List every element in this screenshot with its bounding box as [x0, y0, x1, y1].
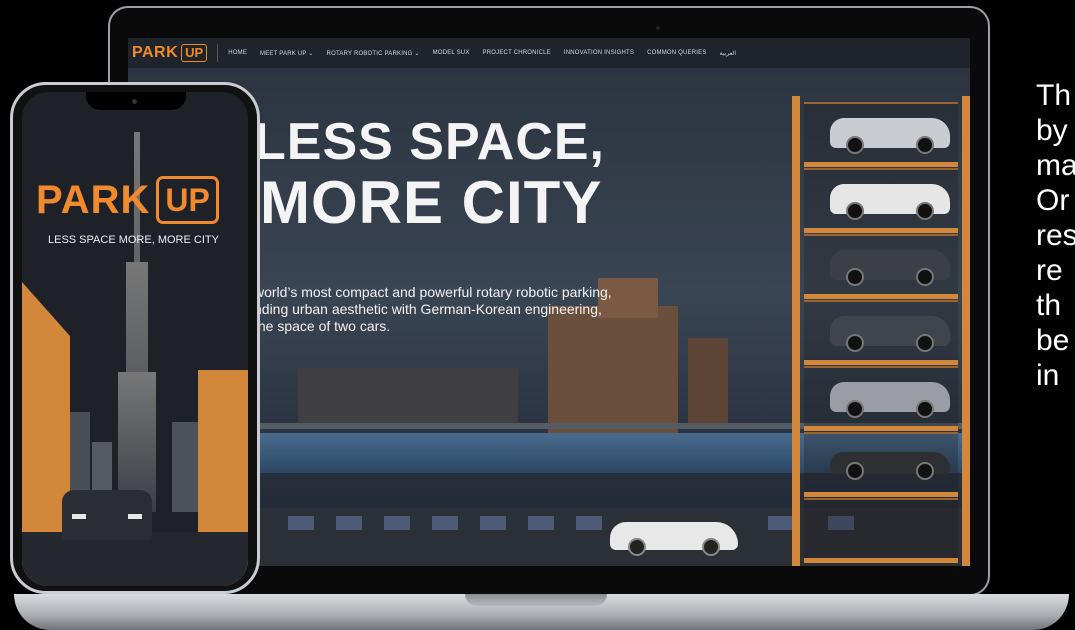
phone-camera	[132, 99, 137, 104]
road-panel	[384, 516, 410, 530]
tower-level	[804, 300, 958, 365]
road-panel	[528, 516, 554, 530]
car	[62, 490, 152, 540]
logo-word: PARK	[132, 44, 179, 61]
nav-meet-park-up[interactable]: MEET PARK UP ⌄	[260, 50, 314, 57]
nav-project-chronicle[interactable]: PROJECT CHRONICLE	[483, 50, 551, 56]
road-panel	[768, 516, 794, 530]
hero-subtitle-line: world’s most compact and powerful rotary…	[254, 284, 612, 300]
phone-screen: PARK UP LESS SPACE MORE, MORE CITY	[22, 92, 248, 586]
tower-level	[804, 168, 958, 233]
street-car	[610, 522, 738, 556]
road-panel	[480, 516, 506, 530]
car	[830, 250, 950, 286]
logo-mark: UP	[181, 44, 208, 62]
parking-tower	[792, 96, 970, 566]
logo-word: PARK	[36, 177, 151, 222]
car	[830, 452, 950, 480]
tower-post	[792, 96, 800, 566]
logo-mark: UP	[156, 176, 219, 224]
nav-home[interactable]: HOME	[228, 50, 247, 56]
nav-rotary-robotic-parking[interactable]: ROTARY ROBOTIC PARKING ⌄	[327, 50, 420, 57]
camera-dot	[656, 26, 660, 30]
car	[830, 316, 950, 352]
tower-post	[962, 96, 970, 566]
hero-subtitle-line: the space of two cars.	[254, 318, 391, 334]
tower-level	[804, 234, 958, 299]
car	[830, 118, 950, 154]
road-panel	[432, 516, 458, 530]
side-text-line: re	[1036, 254, 1063, 287]
hero-subtitle-line: nding urban aesthetic with German-Korean…	[254, 301, 602, 317]
road-panel	[336, 516, 362, 530]
road-panel	[288, 516, 314, 530]
building	[688, 338, 728, 428]
phone-tagline: LESS SPACE MORE, MORE CITY	[48, 234, 219, 246]
site-logo[interactable]: PARK UP	[132, 44, 219, 62]
building	[298, 368, 518, 428]
road-panel	[576, 516, 602, 530]
side-text-line: ma	[1036, 149, 1075, 182]
side-text-line: th	[1036, 289, 1062, 322]
road	[22, 532, 248, 586]
tower-level	[804, 432, 958, 497]
side-text-line: Th	[1036, 79, 1072, 112]
phone-logo: PARK UP	[36, 176, 219, 224]
car	[830, 184, 950, 220]
side-text-line: Or	[1036, 184, 1070, 217]
tower-level	[804, 498, 958, 563]
side-text-line: res	[1036, 219, 1075, 252]
side-text-line: in	[1036, 359, 1060, 392]
nav-innovation-insights[interactable]: INNOVATION INSIGHTS	[564, 50, 634, 56]
hero-title-line2: MORE CITY	[260, 169, 603, 236]
side-text-line: by	[1036, 114, 1068, 147]
tower-level	[804, 102, 958, 167]
side-text-line: be	[1036, 324, 1070, 357]
tower-level	[804, 366, 958, 431]
car	[830, 382, 950, 418]
hero-subtitle: world’s most compact and powerful rotary…	[254, 284, 694, 335]
nav-common-queries[interactable]: COMMON QUERIES	[647, 50, 706, 56]
site-navbar: PARK UP HOME MEET PARK UP ⌄ ROTARY ROBOT…	[128, 38, 970, 68]
laptop-notch	[465, 594, 607, 606]
hero-title-line1: LESS SPACE,	[254, 113, 606, 171]
nav-model-sux[interactable]: MODEL SUX	[433, 50, 470, 56]
side-paragraph: Th by ma Or res re th be in	[1036, 78, 1075, 393]
hero-title: LESS SPACE, MORE CITY	[254, 114, 605, 236]
nav-arabic[interactable]: العربية	[720, 50, 736, 57]
